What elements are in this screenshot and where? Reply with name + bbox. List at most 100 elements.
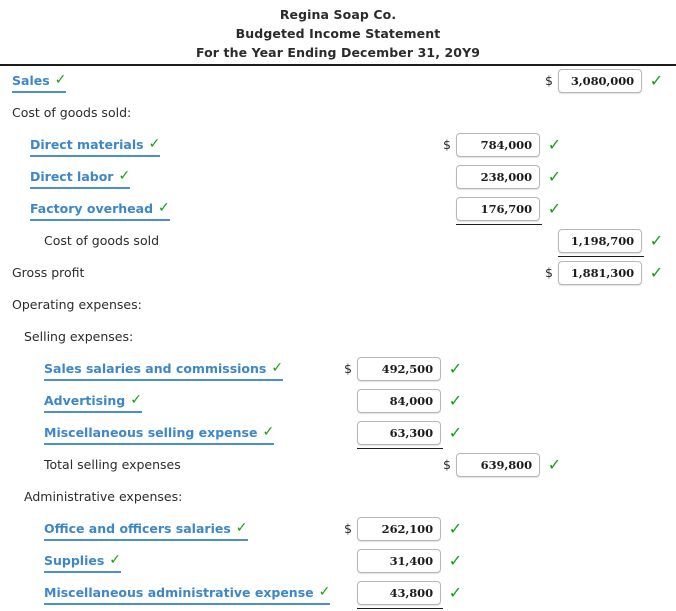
statement-row: Total selling expenses $639,800 ✓ [0,451,676,483]
amount-input[interactable]: 43,800 [357,581,441,605]
statement-row: Direct materials ✓ $784,000 ✓ [0,131,676,163]
statement-row: Sales salaries and commissions ✓ $492,500 ✓ [0,355,676,387]
account-static-label: Cost of goods sold: [12,104,131,121]
amount-cell: $492,500 ✓ [344,357,464,383]
amount-cell: $639,800 ✓ [443,453,563,479]
check-icon: ✓ [448,391,463,410]
account-static-label: Cost of goods sold [44,232,159,249]
row-label-text: Selling expenses: [24,328,134,344]
subtotal-rule [357,608,443,609]
statement-period: For the Year Ending December 31, 20Y9 [195,45,481,60]
statement-row: Supplies✓$31,400✓ [0,547,676,579]
amount-cell: $1,198,700✓ [545,229,665,255]
amount-input[interactable]: 1,881,300 [558,261,642,285]
amount-input[interactable]: 1,198,700 [558,229,642,253]
label-underline [12,90,67,93]
income-statement-sheet: Regina Soap Co. Budgeted Income Statemen… [0,0,676,609]
row-label-text: Sales [12,72,50,88]
row-label-text: Cost of goods sold: [12,104,132,120]
amount-input[interactable]: 84,000 [357,389,441,413]
check-icon: ✓ [448,423,463,442]
check-icon: ✓ [547,135,562,154]
amount-input[interactable]: 492,500 [357,357,441,381]
row-label-text: Miscellaneous selling expense [44,424,258,440]
statement-row: Selling expenses: [0,323,676,355]
amount-input[interactable]: 238,000 [456,165,540,189]
row-label-text: Supplies [44,552,105,568]
check-icon: ✓ [271,360,284,376]
statement-heading: Regina Soap Co. Budgeted Income Statemen… [0,0,676,62]
statement-row: Direct labor✓$238,000✓ [0,163,676,195]
check-icon: ✓ [448,519,463,538]
amount-cell: $43,800✓ [344,581,464,607]
account-field-label[interactable]: Miscellaneous selling expense ✓ [44,424,275,445]
check-icon: ✓ [547,455,562,474]
currency-symbol: $ [443,137,451,152]
subtotal-rule [456,224,542,225]
check-icon: ✓ [649,231,664,250]
row-label-text: Sales salaries and commissions [44,360,267,376]
amount-cell: $3,080,000 ✓ [545,69,665,95]
check-icon: ✓ [109,552,122,568]
label-underline [44,570,122,573]
label-underline [44,410,142,413]
statement-row: Cost of goods sold: [0,99,676,131]
check-icon: ✓ [448,551,463,570]
check-icon: ✓ [649,263,664,282]
account-static-label: Selling expenses: [24,328,133,345]
statement-row: Sales ✓ $3,080,000 ✓ [0,67,676,99]
row-label-text: Factory overhead [30,200,154,216]
statement-row: Administrative expenses: [0,483,676,515]
row-label-text: Direct labor [30,168,114,184]
statement-row: Miscellaneous selling expense✓$63,300✓ [0,419,676,451]
amount-input[interactable]: 63,300 [357,421,441,445]
row-label-text: Administrative expenses: [24,488,183,504]
row-label-text: Cost of goods sold [44,232,160,248]
amount-input[interactable]: 262,100 [357,517,441,541]
account-field-label[interactable]: Supplies ✓ [44,552,122,573]
row-label-text: Total selling expenses [44,456,181,472]
label-underline [44,538,248,541]
check-icon: ✓ [262,424,275,440]
row-label-text: Office and officers salaries [44,520,231,536]
amount-input[interactable]: 639,800 [456,453,540,477]
statement-row: Gross profit $1,881,300 ✓ [0,259,676,291]
amount-cell: $1,881,300 ✓ [545,261,665,287]
amount-input[interactable]: 3,080,000 [558,69,642,93]
check-icon: ✓ [118,168,131,184]
account-field-label[interactable]: Office and officers salaries ✓ [44,520,248,541]
check-icon: ✓ [448,359,463,378]
account-field-label[interactable]: Miscellaneous administrative expense ✓ [44,584,331,605]
check-icon: ✓ [318,584,331,600]
statement-rows: Sales ✓ $3,080,000 ✓ Cost of goods sold: Dire… [0,67,676,611]
amount-input[interactable]: 31,400 [357,549,441,573]
check-icon: ✓ [54,72,67,88]
label-underline [44,602,331,605]
check-icon: ✓ [547,199,562,218]
account-static-label: Gross profit [12,264,84,281]
check-icon: ✓ [649,71,664,90]
account-field-label[interactable]: Advertising ✓ [44,392,142,413]
account-field-label[interactable]: Direct materials ✓ [30,136,161,157]
statement-row: Miscellaneous administrative expense✓$43… [0,579,676,611]
row-label-text: Miscellaneous administrative expense [44,584,314,600]
account-field-label[interactable]: Direct labor ✓ [30,168,131,189]
row-label-text: Advertising [44,392,126,408]
statement-row: Cost of goods sold$1,198,700✓ [0,227,676,259]
label-underline [30,218,170,221]
amount-cell: $784,000 ✓ [443,133,563,159]
amount-cell: $31,400✓ [344,549,464,575]
amount-input[interactable]: 176,700 [456,197,540,221]
check-icon: ✓ [448,583,463,602]
account-field-label[interactable]: Sales ✓ [12,72,67,93]
amount-input[interactable]: 784,000 [456,133,540,157]
account-field-label[interactable]: Sales salaries and commissions ✓ [44,360,284,381]
statement-row: Advertising✓$84,000✓ [0,387,676,419]
subtotal-rule [558,256,644,257]
check-icon: ✓ [158,200,170,216]
account-static-label: Total selling expenses [44,456,181,473]
account-field-label[interactable]: Factory overhead ✓ [30,200,170,221]
check-icon: ✓ [235,520,248,536]
amount-cell: $262,100 ✓ [344,517,464,543]
row-label-text: Gross profit [12,264,85,280]
